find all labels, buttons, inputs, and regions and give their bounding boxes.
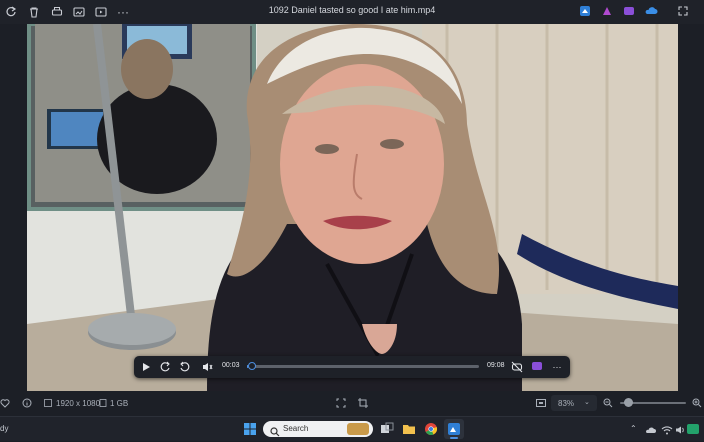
zoom-in-icon[interactable] [692,398,702,408]
clipchamp-icon[interactable] [622,5,636,19]
rewind-10-icon[interactable] [158,360,172,374]
info-icon[interactable] [22,398,32,408]
taskbar-search[interactable]: Search [263,421,373,437]
seek-thumb[interactable] [248,362,257,370]
zoom-out-icon[interactable] [603,398,613,408]
file-size-text: 1 GB [110,399,129,408]
zoom-select[interactable]: 83% ⌄ [551,395,597,411]
search-placeholder: Search [283,424,309,433]
edit-image-icon[interactable] [72,5,86,19]
resolution-icon [44,399,52,407]
expand-icon[interactable] [676,5,690,19]
active-indicator [450,437,458,439]
seek-bar[interactable] [247,362,479,370]
slideshow-icon[interactable] [94,5,108,19]
chevron-down-icon: ⌄ [584,399,590,406]
heart-icon[interactable] [0,398,10,408]
app-tray-icon[interactable] [686,422,700,436]
forward-30-icon[interactable] [178,360,192,374]
zoom-slider-thumb[interactable] [623,398,633,407]
file-explorer-icon[interactable] [402,422,416,436]
clipchamp-edit-icon[interactable] [530,360,544,374]
resolution-text: 1920 x 1080 [56,399,101,408]
chevron-up-icon[interactable]: ⌃ [630,424,637,433]
rotate-icon[interactable] [4,5,18,19]
play-button[interactable] [139,360,153,374]
photos-taskbar-button[interactable] [444,419,464,439]
zoom-slider[interactable] [620,398,686,407]
more-controls-icon[interactable]: ··· [550,360,564,374]
fit-to-window-icon[interactable] [336,398,346,408]
player-controls: 00:03 09:08 ··· [134,356,570,378]
zoom-value: 83% [558,399,575,408]
file-size-icon [99,399,107,407]
wifi-icon[interactable] [661,423,673,435]
video-frame[interactable] [27,24,678,391]
photos-app-icon[interactable] [578,5,592,19]
loop-off-icon[interactable] [510,360,524,374]
actual-size-icon[interactable] [536,398,546,408]
search-icon [270,424,280,437]
volume-icon[interactable] [200,360,214,374]
video-scene [27,24,678,391]
current-time: 00:03 [222,362,240,369]
status-text: dy [0,424,9,433]
task-view-icon[interactable] [380,422,394,436]
info-bar: 1920 x 1080 1 GB 83% ⌄ [0,391,704,416]
designer-icon[interactable] [600,5,614,19]
windows-start-icon[interactable] [243,422,257,436]
cloud-icon[interactable] [645,423,657,435]
print-icon[interactable] [50,5,64,19]
duration: 09:08 [487,362,505,369]
chrome-icon[interactable] [424,422,438,436]
title-bar: ··· 1092 Daniel tasted so good I ate him… [0,0,704,24]
volume-tray-icon[interactable] [674,423,686,435]
window-title: 1092 Daniel tasted so good I ate him.mp4 [268,5,436,15]
delete-icon[interactable] [27,5,41,19]
taskbar: dy Search ⌃ [0,416,704,441]
crop-icon[interactable] [358,398,368,408]
more-options-icon[interactable]: ··· [116,5,130,19]
search-highlight-icon [347,423,369,435]
onedrive-icon[interactable] [644,5,658,19]
